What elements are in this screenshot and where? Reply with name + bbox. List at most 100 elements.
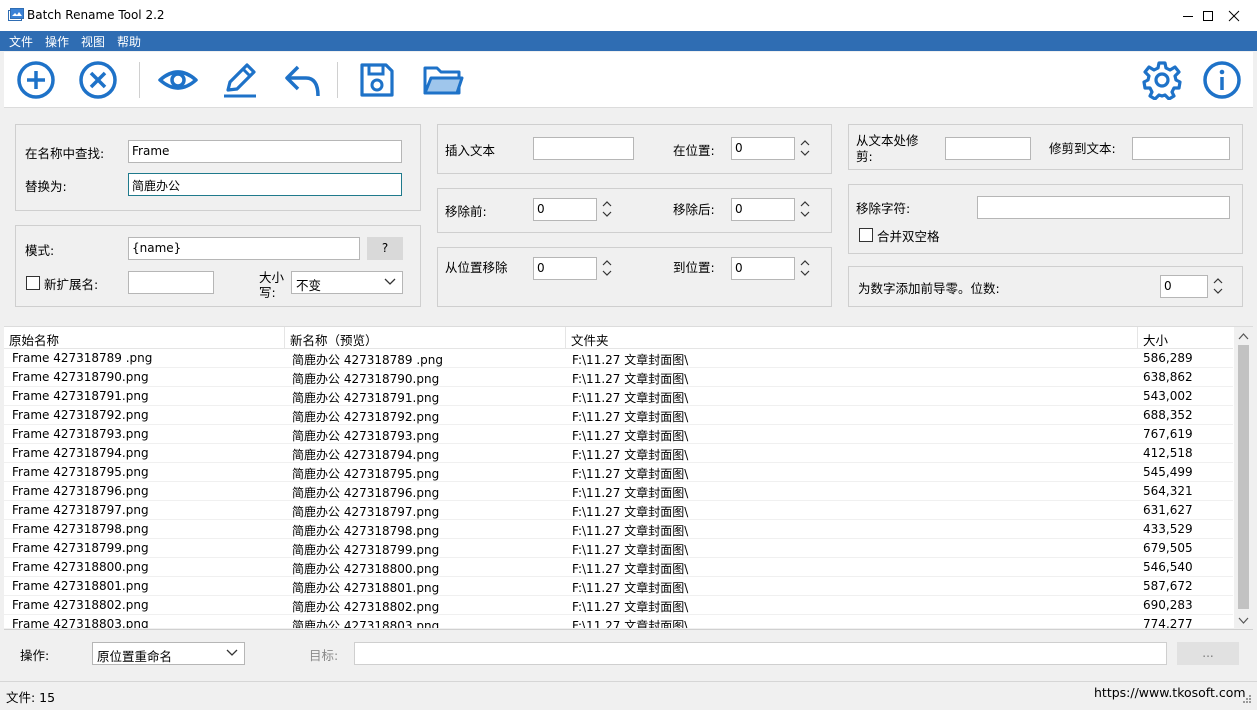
trim-from-input[interactable] [945,137,1031,160]
cell-new-name: 简鹿办公 427318796.png [292,486,440,500]
replace-input[interactable]: 简鹿办公 [128,173,402,196]
file-list-header: 原始名称 新名称（预览） 文件夹 大小 [4,327,1233,349]
table-row[interactable]: Frame 427318799.png 简鹿办公 427318799.png F:\… [4,539,1233,558]
cell-original-name: Frame 427318793.png [12,427,149,441]
remove-to-spinner[interactable] [797,257,813,279]
title-bar: Batch Rename Tool 2.2 [0,0,1257,31]
table-row[interactable]: Frame 427318802.png 简鹿办公 427318802.png F:\… [4,596,1233,615]
column-folder[interactable]: 文件夹 [566,327,1138,349]
spinner-arrows-icon [800,140,810,156]
chevron-down-icon [384,278,396,285]
find-input[interactable]: Frame [128,140,402,163]
resize-grip-icon[interactable] [1240,694,1252,706]
undo-button[interactable] [280,58,324,102]
cell-size: 433,529 [1143,522,1193,536]
remove-after-spinner[interactable] [797,198,813,220]
cell-size: 546,540 [1143,560,1193,574]
pattern-help-button[interactable]: ? [367,237,403,260]
cell-new-name: 简鹿办公 427318791.png [292,391,440,405]
operation-select[interactable]: 原位置重命名 [92,642,245,665]
table-row[interactable]: Frame 427318801.png 简鹿办公 427318801.png F:\… [4,577,1233,596]
website-link[interactable]: https://www.tkosoft.com [1094,685,1246,700]
cell-original-name: Frame 427318795.png [12,465,149,479]
table-row[interactable]: Frame 427318790.png 简鹿办公 427318790.png F:\… [4,368,1233,387]
remove-before-input[interactable]: 0 [533,198,597,221]
cell-original-name: Frame 427318803.png [12,617,149,628]
cell-folder: F:\11.27 文章封面图\ [572,486,689,500]
scrollbar-thumb[interactable] [1238,345,1249,609]
file-list-rows: Frame 427318789 .png 简鹿办公 427318789 .png F… [4,349,1233,628]
add-files-button[interactable] [14,58,58,102]
remove-to-input[interactable]: 0 [731,257,795,280]
table-row[interactable]: Frame 427318797.png 简鹿办公 427318797.png F:\… [4,501,1233,520]
table-row[interactable]: Frame 427318795.png 简鹿办公 427318795.png F:\… [4,463,1233,482]
cell-size: 690,283 [1143,598,1193,612]
table-row[interactable]: Frame 427318796.png 简鹿办公 427318796.png F:\… [4,482,1233,501]
table-row[interactable]: Frame 427318792.png 简鹿办公 427318792.png F:\… [4,406,1233,425]
table-row[interactable]: Frame 427318800.png 简鹿办公 427318800.png F:\… [4,558,1233,577]
menu-operation[interactable]: 操作 [39,31,75,51]
cell-new-name: 简鹿办公 427318801.png [292,581,440,595]
column-original-name[interactable]: 原始名称 [4,327,285,349]
cell-original-name: Frame 427318790.png [12,370,149,384]
menu-view[interactable]: 视图 [75,31,111,51]
menu-help[interactable]: 帮助 [111,31,147,51]
trim-panel: 从文本处修 剪: 修剪到文本: [848,124,1243,170]
table-row[interactable]: Frame 427318803.png 简鹿办公 427318803.png F:\… [4,615,1233,628]
preview-button[interactable] [156,58,200,102]
cell-new-name: 简鹿办公 427318789 .png [292,353,443,367]
column-new-name[interactable]: 新名称（预览） [285,327,566,349]
target-input[interactable] [354,642,1167,665]
insert-position-spinner[interactable] [797,137,813,159]
cell-size: 543,002 [1143,389,1193,403]
remove-before-spinner[interactable] [599,198,615,220]
pattern-input[interactable]: {name} [128,237,360,260]
menu-file[interactable]: 文件 [3,31,39,51]
rename-button[interactable] [218,58,262,102]
undo-icon [285,65,320,97]
vertical-scrollbar[interactable] [1234,327,1253,628]
settings-button[interactable] [1140,58,1184,102]
spinner-arrows-icon [1213,278,1223,294]
cell-size: 631,627 [1143,503,1193,517]
leading-zeros-input[interactable]: 0 [1160,275,1208,298]
close-button[interactable] [1211,0,1257,31]
cell-original-name: Frame 427318791.png [12,389,149,403]
info-button[interactable] [1200,58,1244,102]
status-bar: 文件: 15 https://www.tkosoft.com [0,681,1257,710]
remove-files-button[interactable] [76,58,120,102]
leading-zeros-spinner[interactable] [1210,275,1226,297]
column-size[interactable]: 大小 [1138,327,1233,349]
table-row[interactable]: Frame 427318798.png 简鹿办公 427318798.png F:\… [4,520,1233,539]
insert-text-input[interactable] [533,137,634,160]
cell-size: 638,862 [1143,370,1193,384]
remove-from-spinner[interactable] [599,257,615,279]
cell-size: 545,499 [1143,465,1193,479]
open-folder-button[interactable] [421,58,465,102]
remove-icon [79,61,117,99]
remove-chars-input[interactable] [977,196,1230,219]
chevron-down-icon [226,649,238,656]
cell-size: 586,289 [1143,351,1193,365]
table-row[interactable]: Frame 427318794.png 简鹿办公 427318794.png F:\… [4,444,1233,463]
file-list[interactable]: 原始名称 新名称（预览） 文件夹 大小 Frame 427318789 .png… [4,326,1253,628]
remove-after-input[interactable]: 0 [731,198,795,221]
new-extension-input[interactable] [128,271,214,294]
insert-position-input[interactable]: 0 [731,137,795,160]
cell-folder: F:\11.27 文章封面图\ [572,581,689,595]
table-row[interactable]: Frame 427318793.png 简鹿办公 427318793.png F:\… [4,425,1233,444]
scroll-up-icon[interactable] [1238,330,1249,344]
table-row[interactable]: Frame 427318789 .png 简鹿办公 427318789 .png F… [4,349,1233,368]
remove-from-input[interactable]: 0 [533,257,597,280]
table-row[interactable]: Frame 427318791.png 简鹿办公 427318791.png F:\… [4,387,1233,406]
new-extension-checkbox[interactable] [26,276,40,290]
trim-to-input[interactable] [1132,137,1230,160]
case-select[interactable]: 不变 [291,271,403,294]
scroll-down-icon[interactable] [1238,613,1249,627]
cell-folder: F:\11.27 文章封面图\ [572,619,689,628]
browse-button[interactable]: ... [1177,642,1239,665]
save-button[interactable] [355,58,399,102]
operation-select-value: 原位置重命名 [97,649,173,664]
merge-spaces-checkbox[interactable] [859,228,873,242]
cell-new-name: 简鹿办公 427318792.png [292,410,440,424]
